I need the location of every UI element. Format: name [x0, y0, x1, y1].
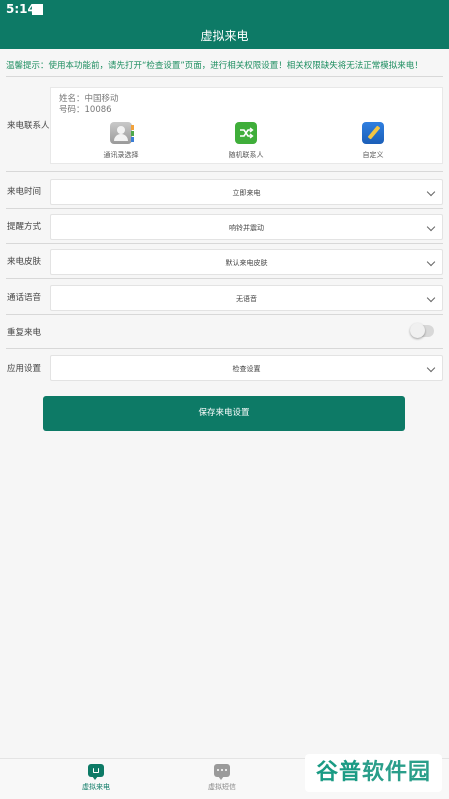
toggle-knob — [410, 323, 425, 338]
alert-mode-select[interactable]: 响铃并震动 — [50, 214, 443, 240]
watermark-logo: 谷普软件园 — [305, 754, 442, 792]
save-call-settings-button[interactable]: 保存来电设置 — [43, 396, 405, 431]
alert-mode-label: 提醒方式 — [7, 222, 42, 232]
call-voice-label: 通话语音 — [7, 293, 42, 303]
call-skin-select[interactable]: 默认来电皮肤 — [50, 249, 443, 275]
random-contact-button[interactable]: 随机联系人 — [211, 122, 281, 160]
call-voice-value: 无语音 — [236, 295, 257, 303]
contacts-select-button[interactable]: 通讯录选择 — [86, 122, 156, 160]
app-settings-value: 检查设置 — [232, 365, 261, 373]
repeat-call-toggle[interactable] — [410, 323, 434, 338]
nav-label-virtual-sms: 虚拟短信 — [208, 783, 236, 791]
call-time-label: 来电时间 — [7, 187, 42, 197]
page-title: 虚拟来电 — [200, 29, 249, 43]
app-settings-label: 应用设置 — [7, 364, 42, 374]
custom-contact-label: 自定义 — [362, 151, 384, 159]
watermark-part2: 软件园 — [362, 760, 432, 785]
call-time-value: 立即来电 — [232, 189, 261, 197]
app-bar: 虚拟来电 — [0, 19, 449, 49]
repeat-call-label: 重复来电 — [7, 328, 42, 338]
shuffle-icon — [235, 122, 257, 144]
divider — [6, 314, 443, 315]
divider — [6, 171, 443, 172]
divider — [6, 278, 443, 279]
alert-mode-value: 响铃并震动 — [229, 224, 264, 232]
divider — [6, 208, 443, 209]
divider — [6, 243, 443, 244]
notification-icon — [32, 4, 43, 15]
call-voice-select[interactable]: 无语音 — [50, 285, 443, 311]
call-skin-label: 来电皮肤 — [7, 257, 42, 267]
message-icon — [214, 764, 230, 780]
edit-pencil-icon — [362, 122, 384, 144]
contact-label: 来电联系人 — [7, 121, 50, 131]
app-settings-select[interactable]: 检查设置 — [50, 355, 443, 381]
random-contact-label: 随机联系人 — [228, 151, 264, 159]
nav-label-virtual-call: 虚拟来电 — [82, 783, 110, 791]
divider — [6, 348, 443, 349]
contact-number: 号码：10086 — [59, 105, 112, 115]
divider — [6, 76, 443, 77]
nav-item-virtual-sms[interactable]: 虚拟短信 — [187, 764, 257, 792]
nav-item-virtual-call[interactable]: 虚拟来电 — [61, 764, 131, 792]
tip-text: 温馨提示：使用本功能前，请先打开“检查设置”页面，进行相关权限设置！相关权限缺失… — [6, 61, 423, 71]
phone-chat-icon — [88, 764, 104, 780]
call-skin-value: 默认来电皮肤 — [225, 259, 268, 267]
call-time-select[interactable]: 立即来电 — [50, 179, 443, 205]
custom-contact-button[interactable]: 自定义 — [338, 122, 408, 160]
status-bar: 5:14 — [0, 0, 449, 19]
contacts-select-label: 通讯录选择 — [103, 151, 139, 159]
watermark-part1: 谷普 — [315, 760, 362, 785]
contacts-book-icon — [110, 122, 134, 144]
contact-card: 姓名：中国移动 号码：10086 通讯录选择 随机联系人 自定义 — [50, 87, 443, 164]
